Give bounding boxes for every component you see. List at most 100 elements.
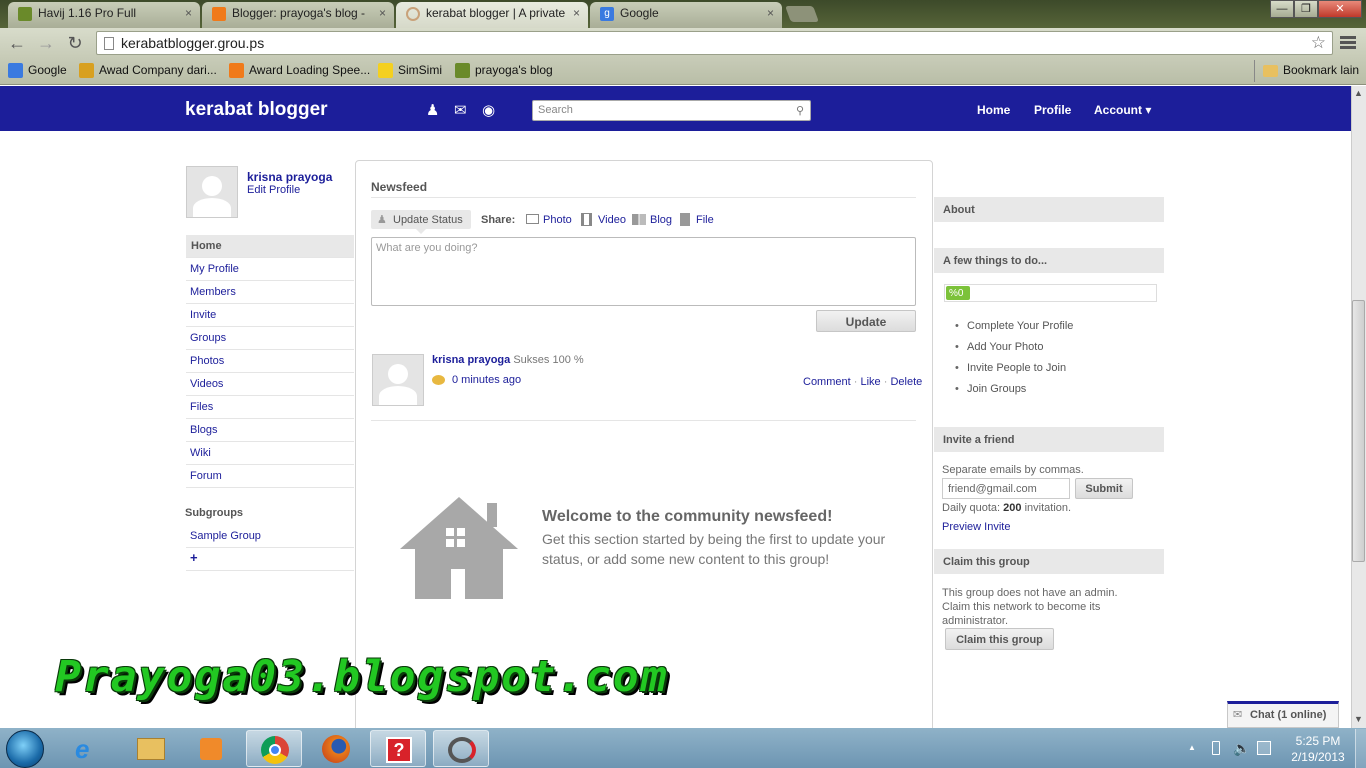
invite-email-input[interactable]: friend@gmail.com [942, 478, 1070, 499]
delete-link[interactable]: Delete [890, 376, 922, 388]
puzzle-icon [79, 63, 94, 78]
members-icon[interactable]: ♟ [426, 101, 439, 119]
bookmark-google[interactable]: Google [8, 63, 67, 78]
taskbar-ie[interactable]: e [62, 730, 118, 767]
close-icon[interactable]: × [185, 6, 192, 20]
bookmark-awad[interactable]: Awad Company dari... [79, 63, 217, 78]
todo-item[interactable]: Invite People to Join [955, 362, 1066, 374]
tab-blogger[interactable]: Blogger: prayoga's blog - × [202, 2, 394, 28]
reload-icon[interactable]: ↻ [65, 33, 85, 53]
sidebar-item-photos[interactable]: Photos [186, 350, 354, 373]
chat-bubbles-icon[interactable]: ✉ [454, 101, 467, 119]
sidebar-item-home[interactable]: Home [186, 235, 354, 258]
star-icon[interactable]: ☆ [1311, 33, 1326, 53]
taskbar-explorer[interactable] [123, 730, 179, 767]
sidebar-item-my-profile[interactable]: My Profile [186, 258, 354, 281]
sidebar-item-invite[interactable]: Invite [186, 304, 354, 327]
globe-icon[interactable]: ◉ [482, 101, 495, 119]
network-icon[interactable] [1257, 741, 1271, 755]
preview-invite-link[interactable]: Preview Invite [942, 521, 1010, 533]
search-input[interactable]: Search ⚲ [532, 100, 811, 121]
taskbar-chrome[interactable] [246, 730, 302, 767]
user-avatar[interactable] [186, 166, 238, 218]
address-text: kerabatblogger.grou.ps [121, 35, 265, 51]
start-button[interactable] [6, 730, 44, 768]
post-avatar[interactable] [372, 354, 424, 406]
close-icon[interactable]: × [379, 6, 386, 20]
share-file[interactable]: File [680, 213, 714, 226]
taskbar-tool[interactable] [433, 730, 489, 767]
folder-icon [1263, 65, 1278, 77]
other-bookmarks[interactable]: Bookmark lain [1263, 63, 1359, 77]
bookmark-label: prayoga's blog [475, 63, 553, 77]
sidebar-item-members[interactable]: Members [186, 281, 354, 304]
clock-date[interactable]: 2/19/2013 [1283, 750, 1353, 764]
share-video[interactable]: Video [581, 213, 626, 226]
menu-icon[interactable] [1340, 34, 1356, 50]
post-text: Sukses 100 % [513, 354, 584, 366]
back-icon[interactable]: ← [7, 33, 27, 53]
chat-icon: ✉ [1233, 709, 1243, 721]
close-window-button[interactable]: ✕ [1318, 0, 1362, 18]
sidebar-item-files[interactable]: Files [186, 396, 354, 419]
subgroup-item[interactable]: Sample Group [186, 525, 354, 548]
taskbar-media[interactable] [184, 730, 240, 767]
forward-icon[interactable]: → [36, 33, 56, 53]
nav-home[interactable]: Home [977, 103, 1010, 117]
tab-google[interactable]: g Google × [590, 2, 782, 28]
nav-profile[interactable]: Profile [1034, 103, 1071, 117]
todo-item[interactable]: Join Groups [955, 383, 1026, 395]
update-status-pointer [416, 229, 426, 234]
user-name[interactable]: krisna prayoga [247, 170, 332, 184]
share-blog[interactable]: Blog [632, 214, 672, 226]
photo-icon [526, 214, 539, 224]
scroll-thumb[interactable] [1352, 300, 1365, 562]
todo-item[interactable]: Complete Your Profile [955, 320, 1073, 332]
close-icon[interactable]: × [767, 6, 774, 20]
sidebar-item-groups[interactable]: Groups [186, 327, 354, 350]
tab-kerabat[interactable]: kerabat blogger | A private × [396, 2, 588, 28]
status-textarea[interactable]: What are you doing? [371, 237, 916, 306]
comment-link[interactable]: Comment [803, 376, 851, 388]
scroll-down-icon[interactable]: ▼ [1354, 714, 1363, 724]
todo-item[interactable]: Add Your Photo [955, 341, 1044, 353]
new-tab-button[interactable] [785, 6, 819, 22]
site-brand[interactable]: kerabat blogger [185, 99, 328, 121]
update-button[interactable]: Update [816, 310, 916, 332]
submit-button[interactable]: Submit [1075, 478, 1133, 499]
sidebar-item-blogs[interactable]: Blogs [186, 419, 354, 442]
taskbar-app[interactable]: ? [370, 730, 426, 767]
invite-heading: Invite a friend [934, 427, 1164, 452]
post-time[interactable]: 0 minutes ago [452, 374, 521, 386]
scroll-up-icon[interactable]: ▲ [1354, 88, 1363, 98]
post-author[interactable]: krisna prayoga [432, 354, 510, 366]
minimize-button[interactable]: — [1270, 0, 1294, 18]
bookmark-divider [1254, 60, 1255, 82]
share-photo[interactable]: Photo [526, 214, 572, 226]
clock-time[interactable]: 5:25 PM [1283, 734, 1353, 748]
close-icon[interactable]: × [573, 6, 580, 20]
add-subgroup-button[interactable]: + [186, 548, 354, 571]
chat-button[interactable]: ✉ Chat (1 online) [1227, 701, 1339, 728]
tab-havij[interactable]: Havij 1.16 Pro Full × [8, 2, 200, 28]
battery-icon[interactable] [1212, 741, 1220, 755]
nav-account[interactable]: Account ▾ [1094, 103, 1151, 117]
sidebar-item-videos[interactable]: Videos [186, 373, 354, 396]
show-desktop-button[interactable] [1355, 729, 1366, 768]
taskbar-firefox[interactable] [308, 730, 364, 767]
sidebar-item-forum[interactable]: Forum [186, 465, 354, 488]
like-link[interactable]: Like [860, 376, 880, 388]
claim-group-button[interactable]: Claim this group [945, 628, 1054, 650]
update-status-tab[interactable]: ♟ Update Status [371, 210, 471, 229]
tray-arrow-icon[interactable]: ▲ [1188, 743, 1196, 752]
bookmark-simsimi[interactable]: SimSimi [378, 63, 442, 78]
volume-icon[interactable]: 🔈 [1233, 740, 1250, 757]
search-icon[interactable]: ⚲ [796, 104, 804, 117]
edit-profile-link[interactable]: Edit Profile [247, 184, 300, 196]
bookmark-prayoga[interactable]: prayoga's blog [455, 63, 553, 78]
restore-button[interactable]: ❐ [1294, 0, 1318, 18]
sidebar-item-wiki[interactable]: Wiki [186, 442, 354, 465]
address-bar[interactable]: kerabatblogger.grou.ps ☆ [96, 31, 1333, 55]
tab-label: Blogger: prayoga's blog - [232, 6, 366, 20]
bookmark-award[interactable]: Award Loading Spee... [229, 63, 370, 78]
